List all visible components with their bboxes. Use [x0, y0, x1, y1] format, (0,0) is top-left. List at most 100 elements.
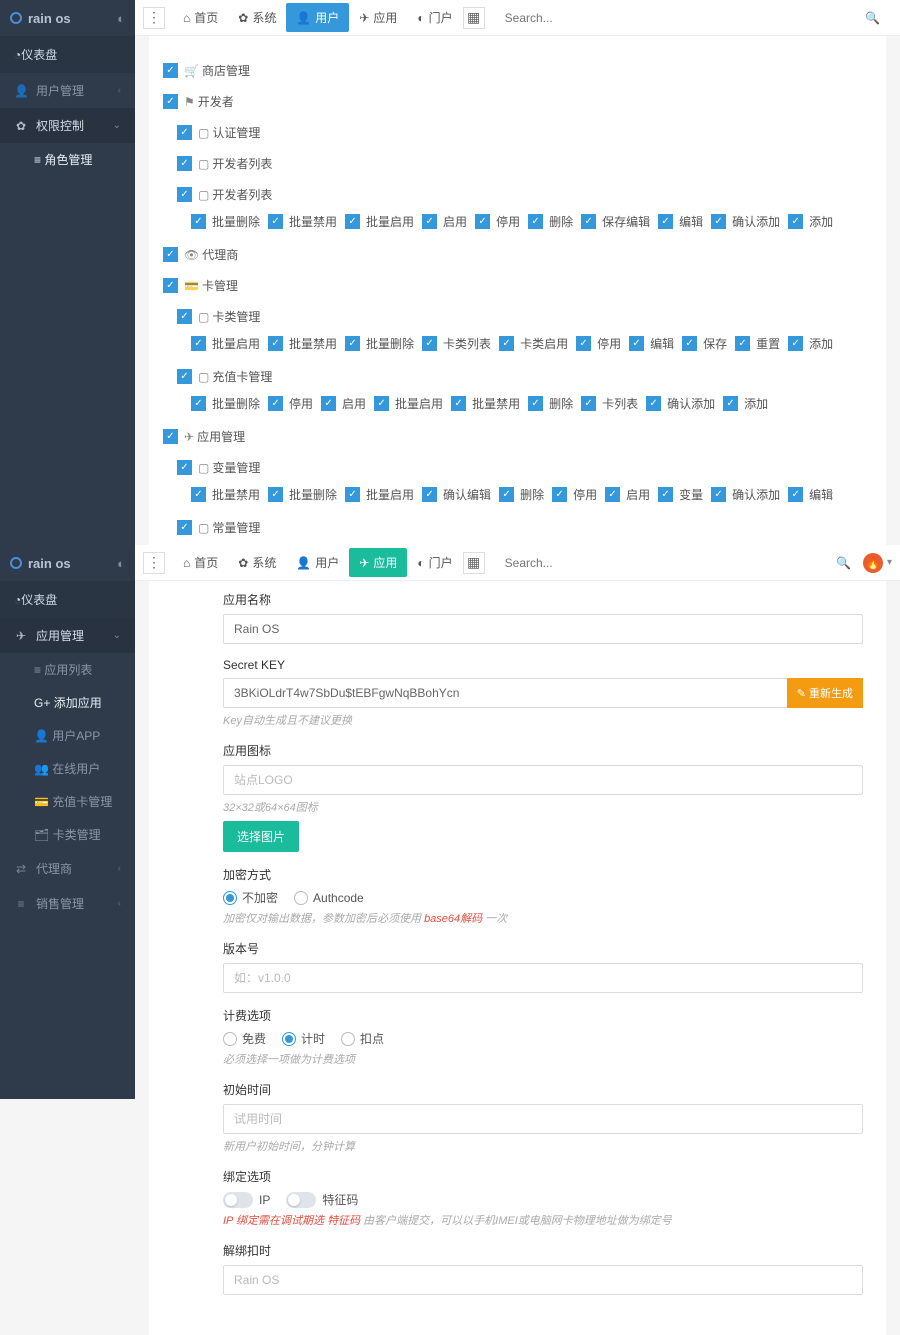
checkbox-icon[interactable]: ✓ [345, 336, 360, 351]
init-time-input[interactable] [223, 1104, 863, 1134]
perm-checkbox[interactable]: ✓确认添加 [711, 213, 780, 230]
checkbox-icon[interactable]: ✓ [163, 278, 178, 293]
search-icon[interactable]: 🔍 [836, 556, 851, 570]
perm-checkbox[interactable]: ✓启用 [422, 213, 467, 230]
perm-checkbox[interactable]: ✓启用 [321, 395, 366, 412]
sidebar-sub-item[interactable]: G+ 添加应用 [0, 686, 135, 719]
perm-checkbox[interactable]: ✓保存 [682, 335, 727, 352]
perm-checkbox[interactable]: ✓▢卡类管理 [177, 308, 260, 325]
perm-checkbox[interactable]: ✓停用 [552, 486, 597, 503]
sidebar-sub-item[interactable]: 👥 在线用户 [0, 752, 135, 785]
perm-checkbox[interactable]: ✓批量删除 [268, 486, 337, 503]
perm-checkbox[interactable]: ✓批量删除 [191, 213, 260, 230]
perm-checkbox[interactable]: ✓停用 [576, 335, 621, 352]
grid-toggle[interactable]: ▦ [463, 552, 485, 574]
checkbox-icon[interactable]: ✓ [422, 214, 437, 229]
sidebar-sub-item[interactable]: 💳 充值卡管理 [0, 785, 135, 818]
bind-toggle-ip[interactable] [223, 1192, 253, 1208]
perm-checkbox[interactable]: ✓批量禁用 [268, 335, 337, 352]
nav-system[interactable]: ✿系统 [228, 548, 286, 577]
perm-checkbox[interactable]: ✓添加 [788, 335, 833, 352]
perm-checkbox[interactable]: ✓确认编辑 [422, 486, 491, 503]
perm-checkbox[interactable]: ✓删除 [528, 213, 573, 230]
perm-checkbox[interactable]: ✓编辑 [658, 213, 703, 230]
checkbox-icon[interactable]: ✓ [576, 336, 591, 351]
search-icon[interactable]: 🔍 [865, 11, 880, 25]
menu-toggle[interactable]: ⋮ [143, 552, 165, 574]
perm-checkbox[interactable]: ✓删除 [528, 395, 573, 412]
checkbox-icon[interactable]: ✓ [345, 214, 360, 229]
perm-checkbox[interactable]: ✓确认添加 [646, 395, 715, 412]
perm-checkbox[interactable]: ✓批量禁用 [191, 486, 260, 503]
search-input[interactable] [499, 7, 865, 29]
perm-checkbox[interactable]: ✓✈应用管理 [163, 428, 245, 445]
perm-checkbox[interactable]: ✓停用 [475, 213, 520, 230]
sidebar-dashboard[interactable]: ◔ 仪表盘 [0, 581, 135, 618]
sidebar-dashboard[interactable]: ◔ 仪表盘 [0, 36, 135, 73]
checkbox-icon[interactable]: ✓ [177, 520, 192, 535]
perm-checkbox[interactable]: ✓卡类启用 [499, 335, 568, 352]
billing-radio-point[interactable] [341, 1032, 355, 1046]
checkbox-icon[interactable]: ✓ [788, 336, 803, 351]
billing-radio-free[interactable] [223, 1032, 237, 1046]
checkbox-icon[interactable]: ✓ [268, 214, 283, 229]
checkbox-icon[interactable]: ✓ [629, 336, 644, 351]
checkbox-icon[interactable]: ✓ [723, 396, 738, 411]
perm-checkbox[interactable]: ✓卡类列表 [422, 335, 491, 352]
perm-checkbox[interactable]: ✓▢开发者列表 [177, 186, 272, 203]
collapse-icon[interactable]: ◐ [117, 556, 125, 571]
enc-radio-authcode[interactable] [294, 891, 308, 905]
collapse-icon[interactable]: ◐ [117, 11, 125, 26]
sidebar-item-agent[interactable]: ⇄ 代理商 ‹ [0, 851, 135, 886]
checkbox-icon[interactable]: ✓ [321, 396, 336, 411]
nav-portal[interactable]: ◐门户 [407, 3, 462, 32]
sidebar-sub-item[interactable]: ≡ 应用列表 [0, 653, 135, 686]
search-input[interactable] [499, 552, 836, 574]
checkbox-icon[interactable]: ✓ [163, 94, 178, 109]
perm-checkbox[interactable]: ✓卡列表 [581, 395, 638, 412]
grid-toggle[interactable]: ▦ [463, 7, 485, 29]
icon-input[interactable] [223, 765, 863, 795]
perm-checkbox[interactable]: ✓⚑开发者 [163, 93, 234, 110]
perm-checkbox[interactable]: ✓删除 [499, 486, 544, 503]
checkbox-icon[interactable]: ✓ [788, 487, 803, 502]
checkbox-icon[interactable]: ✓ [163, 247, 178, 262]
checkbox-icon[interactable]: ✓ [451, 396, 466, 411]
perm-checkbox[interactable]: ✓批量禁用 [268, 213, 337, 230]
perm-checkbox[interactable]: ✓批量删除 [191, 395, 260, 412]
perm-checkbox[interactable]: ✓确认添加 [711, 486, 780, 503]
perm-checkbox[interactable]: ✓启用 [605, 486, 650, 503]
checkbox-icon[interactable]: ✓ [374, 396, 389, 411]
perm-checkbox[interactable]: ✓▢变量管理 [177, 459, 260, 476]
checkbox-icon[interactable]: ✓ [499, 336, 514, 351]
sidebar-item-permission[interactable]: ✿ 权限控制 ⌄ [0, 108, 135, 143]
checkbox-icon[interactable]: ✓ [552, 487, 567, 502]
perm-checkbox[interactable]: ✓添加 [723, 395, 768, 412]
checkbox-icon[interactable]: ✓ [475, 214, 490, 229]
checkbox-icon[interactable]: ✓ [268, 336, 283, 351]
checkbox-icon[interactable]: ✓ [422, 487, 437, 502]
perm-checkbox[interactable]: ✓批量启用 [191, 335, 260, 352]
perm-checkbox[interactable]: ✓重置 [735, 335, 780, 352]
perm-checkbox[interactable]: ✓▢充值卡管理 [177, 368, 272, 385]
checkbox-icon[interactable]: ✓ [177, 187, 192, 202]
nav-system[interactable]: ✿系统 [228, 3, 286, 32]
user-menu[interactable]: 🔥 ▾ [863, 553, 892, 573]
nav-home[interactable]: ⌂首页 [173, 3, 228, 32]
checkbox-icon[interactable]: ✓ [735, 336, 750, 351]
checkbox-icon[interactable]: ✓ [658, 214, 673, 229]
nav-app[interactable]: ✈应用 [349, 3, 407, 32]
perm-checkbox[interactable]: ✓💳卡管理 [163, 277, 238, 294]
checkbox-icon[interactable]: ✓ [177, 156, 192, 171]
perm-checkbox[interactable]: ✓编辑 [629, 335, 674, 352]
perm-checkbox[interactable]: ✓▢认证管理 [177, 124, 260, 141]
perm-checkbox[interactable]: ✓👁代理商 [163, 246, 238, 263]
checkbox-icon[interactable]: ✓ [682, 336, 697, 351]
menu-toggle[interactable]: ⋮ [143, 7, 165, 29]
checkbox-icon[interactable]: ✓ [581, 396, 596, 411]
sidebar-sub-item[interactable]: 👤 用户APP [0, 719, 135, 752]
secret-input[interactable] [223, 678, 788, 708]
checkbox-icon[interactable]: ✓ [191, 487, 206, 502]
checkbox-icon[interactable]: ✓ [191, 396, 206, 411]
billing-radio-timer[interactable] [282, 1032, 296, 1046]
